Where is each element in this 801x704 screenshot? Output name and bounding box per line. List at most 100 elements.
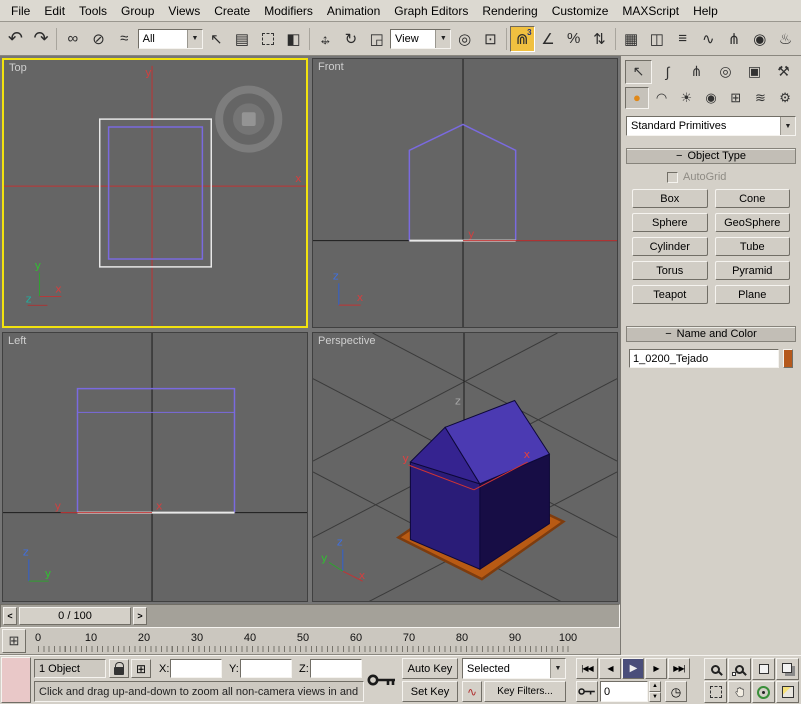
subtab-shapes[interactable]: ◠ [650,87,674,109]
sphere-button[interactable]: Sphere [632,213,708,232]
chevron-down-icon[interactable]: ▼ [187,30,202,48]
subtab-geometry[interactable]: ● [625,87,649,109]
menu-tools[interactable]: Tools [72,1,114,21]
chevron-down-icon[interactable]: ▼ [435,30,450,48]
viewport-top[interactable]: Top y x y x [2,58,308,328]
menu-views[interactable]: Views [161,1,207,21]
zoom-button[interactable] [704,658,727,680]
select-and-manipulate-button[interactable]: ⊡ [478,26,503,52]
tab-modify[interactable]: ∫ [654,60,681,84]
house-outline-purple[interactable] [78,389,235,513]
box-button[interactable]: Box [632,189,708,208]
pyramid-button[interactable]: Pyramid [715,261,791,280]
go-to-end-button[interactable]: ▶▶| [668,658,690,679]
track-selection-block[interactable] [1,657,31,703]
min-max-toggle-button[interactable] [776,681,799,703]
current-frame-field[interactable] [601,682,647,701]
menu-edit[interactable]: Edit [37,1,72,21]
spinner-snap-button[interactable]: ⇅ [587,26,612,52]
tab-motion[interactable]: ◎ [712,60,739,84]
cone-button[interactable]: Cone [715,189,791,208]
unlink-selection-button[interactable]: ⊘ [86,26,111,52]
subtab-systems[interactable]: ⚙ [773,87,797,109]
y-coordinate-field[interactable] [241,660,291,677]
play-button[interactable]: ▶ [622,658,644,679]
absolute-offset-toggle[interactable]: ⊞ [131,659,151,678]
time-slider-next-button[interactable]: > [133,607,147,625]
key-mode-toggle[interactable] [576,681,598,702]
selection-lock-toggle[interactable] [109,659,129,678]
arc-rotate-button[interactable] [752,681,775,703]
track-bar-ruler[interactable]: 0 10 20 30 40 50 60 70 80 90 100 [30,629,618,653]
menu-file[interactable]: File [4,1,37,21]
viewport-left-canvas[interactable]: y x z y [3,333,307,601]
subtab-cameras[interactable]: ◉ [699,87,723,109]
viewport-perspective[interactable]: Perspective z [312,332,618,602]
menu-animation[interactable]: Animation [320,1,387,21]
set-key-button[interactable]: Set Key [402,681,458,702]
autogrid-checkbox[interactable] [667,172,678,183]
geosphere-button[interactable]: GeoSphere [715,213,791,232]
subtab-helpers[interactable]: ⊞ [724,87,748,109]
select-object-button[interactable]: ↖ [204,26,229,52]
tab-display[interactable]: ▣ [741,60,768,84]
tab-create[interactable]: ↖ [625,60,652,84]
tube-button[interactable]: Tube [715,237,791,256]
mirror-button[interactable]: ◫ [644,26,669,52]
auto-key-button[interactable]: Auto Key [402,658,458,679]
menu-rendering[interactable]: Rendering [475,1,544,21]
previous-frame-button[interactable]: ◀ [599,658,621,679]
viewport-left[interactable]: Left y x z y [2,332,308,602]
name-color-rollout-header[interactable]: − Name and Color [626,326,796,342]
go-to-start-button[interactable]: |◀◀ [576,658,598,679]
render-setup-button[interactable]: ♨ [773,26,798,52]
select-and-link-button[interactable]: ∞ [60,26,85,52]
time-slider-prev-button[interactable]: < [3,607,17,625]
curve-editor-button[interactable]: ∿ [696,26,721,52]
cylinder-button[interactable]: Cylinder [632,237,708,256]
tab-hierarchy[interactable]: ⋔ [683,60,710,84]
window-crossing-button[interactable]: ◧ [281,26,306,52]
redo-button[interactable]: ↷ [29,26,54,52]
zoom-region-button[interactable] [704,681,727,703]
viewport-front[interactable]: Front y z x [312,58,618,328]
plane-button[interactable]: Plane [715,285,791,304]
subtab-lights[interactable]: ☀ [674,87,698,109]
pan-view-button[interactable] [728,681,751,703]
teapot-button[interactable]: Teapot [632,285,708,304]
use-pivot-center-button[interactable]: ◎ [452,26,477,52]
snaps-toggle-button[interactable]: ⋒ 3 [510,26,535,52]
chevron-down-icon[interactable]: ▼ [780,117,795,135]
key-filters-button[interactable]: Key Filters... [484,681,566,702]
schematic-view-button[interactable]: ⋔ [722,26,747,52]
align-button[interactable]: ≡ [670,26,695,52]
selection-region-button[interactable] [255,26,280,52]
mini-curve-editor-button[interactable]: ⊞ [2,629,26,653]
menu-modifiers[interactable]: Modifiers [257,1,320,21]
viewport-perspective-canvas[interactable]: z y x z x [313,333,617,601]
selection-set-dropdown[interactable]: Selected ▼ [462,658,566,679]
select-and-scale-button[interactable]: ◲ [364,26,389,52]
object-type-rollout-header[interactable]: − Object Type [626,148,796,164]
time-slider-track[interactable] [149,607,617,625]
zoom-extents-button[interactable] [752,658,775,680]
viewport-front-canvas[interactable]: y z x [313,59,617,327]
chevron-down-icon[interactable]: ▼ [550,659,565,678]
x-coordinate-field[interactable] [171,660,221,677]
menu-customize[interactable]: Customize [545,1,616,21]
menu-group[interactable]: Group [114,1,161,21]
bind-to-spacewarp-button[interactable]: ≈ [112,26,137,52]
time-configuration-button[interactable]: ◷ [665,681,687,702]
subtab-space-warps[interactable]: ≋ [749,87,773,109]
object-color-swatch[interactable] [783,349,793,368]
roof-wireframe-purple[interactable] [109,127,203,259]
select-by-name-button[interactable]: ▤ [230,26,255,52]
viewport-top-canvas[interactable]: y x y x z [4,60,306,326]
zoom-all-button[interactable] [728,658,751,680]
set-key-big-button[interactable] [366,658,398,702]
menu-maxscript[interactable]: MAXScript [615,1,686,21]
spinner-up-button[interactable]: ▲ [649,681,661,692]
angle-snap-button[interactable]: ∠ [536,26,561,52]
select-and-move-button[interactable]: ↔ ↕ [313,26,338,52]
zoom-extents-all-button[interactable] [776,658,799,680]
